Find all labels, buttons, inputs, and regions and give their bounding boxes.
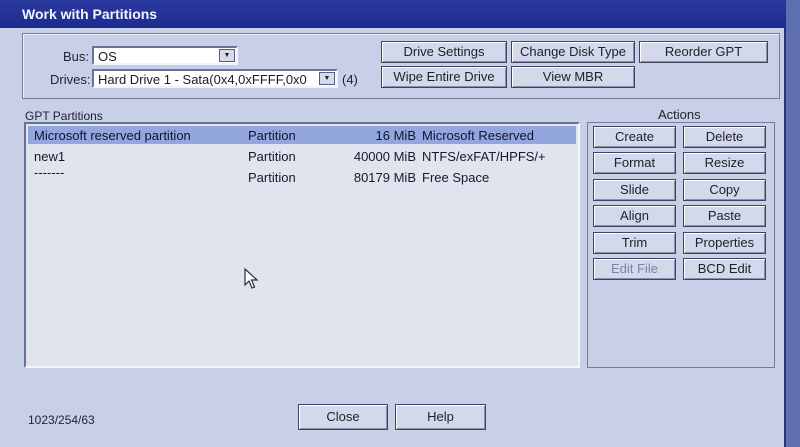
reorder-gpt-button[interactable]: Reorder GPT (639, 41, 768, 63)
partition-type: Partition (248, 170, 296, 185)
copy-button[interactable]: Copy (683, 179, 766, 201)
table-row[interactable]: ------- Partition 80179 MiB Free Space (28, 165, 576, 185)
drives-value: Hard Drive 1 - Sata(0x4,0xFFFF,0x0 (98, 72, 307, 87)
drives-label: Drives: (50, 72, 91, 87)
partition-size: 16 MiB (375, 128, 416, 143)
close-button[interactable]: Close (298, 404, 388, 430)
bus-label: Bus: (63, 49, 90, 64)
bcd-edit-button[interactable]: BCD Edit (683, 258, 766, 280)
drive-count: (4) (342, 72, 358, 87)
properties-button[interactable]: Properties (683, 232, 766, 254)
paste-button[interactable]: Paste (683, 205, 766, 227)
drive-settings-button[interactable]: Drive Settings (381, 41, 507, 63)
partition-name: new1 (34, 149, 66, 164)
window-title: Work with Partitions (0, 0, 786, 28)
trim-button[interactable]: Trim (593, 232, 676, 254)
edit-file-button[interactable]: Edit File (593, 258, 676, 280)
mouse-pointer-icon (244, 268, 259, 289)
align-button[interactable]: Align (593, 205, 676, 227)
partition-filesystem: Free Space (422, 170, 490, 185)
slide-button[interactable]: Slide (593, 179, 676, 201)
partition-type: Partition (248, 128, 296, 143)
bus-select[interactable]: OS ▼ (92, 46, 238, 65)
bus-value: OS (98, 49, 117, 64)
table-row[interactable]: new1 Partition 40000 MiB NTFS/exFAT/HPFS… (28, 147, 576, 165)
wipe-entire-drive-button[interactable]: Wipe Entire Drive (381, 66, 507, 88)
chevron-down-icon[interactable]: ▼ (319, 72, 335, 85)
resize-button[interactable]: Resize (683, 152, 766, 174)
partition-filesystem: Microsoft Reserved (422, 128, 534, 143)
drives-select[interactable]: Hard Drive 1 - Sata(0x4,0xFFFF,0x0 ▼ (92, 69, 338, 88)
delete-button[interactable]: Delete (683, 126, 766, 148)
chevron-down-icon[interactable]: ▼ (219, 49, 235, 62)
disk-geometry-status: 1023/254/63 (28, 413, 95, 427)
change-disk-type-button[interactable]: Change Disk Type (511, 41, 635, 63)
create-button[interactable]: Create (593, 126, 676, 148)
partition-filesystem: NTFS/exFAT/HPFS/+ (422, 149, 546, 164)
actions-title: Actions (658, 107, 701, 122)
partition-size: 40000 MiB (353, 149, 416, 164)
partition-list[interactable]: Microsoft reserved partition Partition 1… (24, 122, 580, 368)
help-button[interactable]: Help (395, 404, 486, 430)
table-row[interactable]: Microsoft reserved partition Partition 1… (28, 126, 576, 144)
partition-name: ------- (34, 165, 65, 180)
partition-type: Partition (248, 149, 296, 164)
format-button[interactable]: Format (593, 152, 676, 174)
work-with-partitions-window: Work with Partitions Bus: OS ▼ Drives: H… (0, 0, 786, 447)
partition-name: Microsoft reserved partition (34, 128, 191, 143)
partition-size: 80179 MiB (353, 170, 416, 185)
gpt-partitions-title: GPT Partitions (25, 109, 103, 123)
view-mbr-button[interactable]: View MBR (511, 66, 635, 88)
